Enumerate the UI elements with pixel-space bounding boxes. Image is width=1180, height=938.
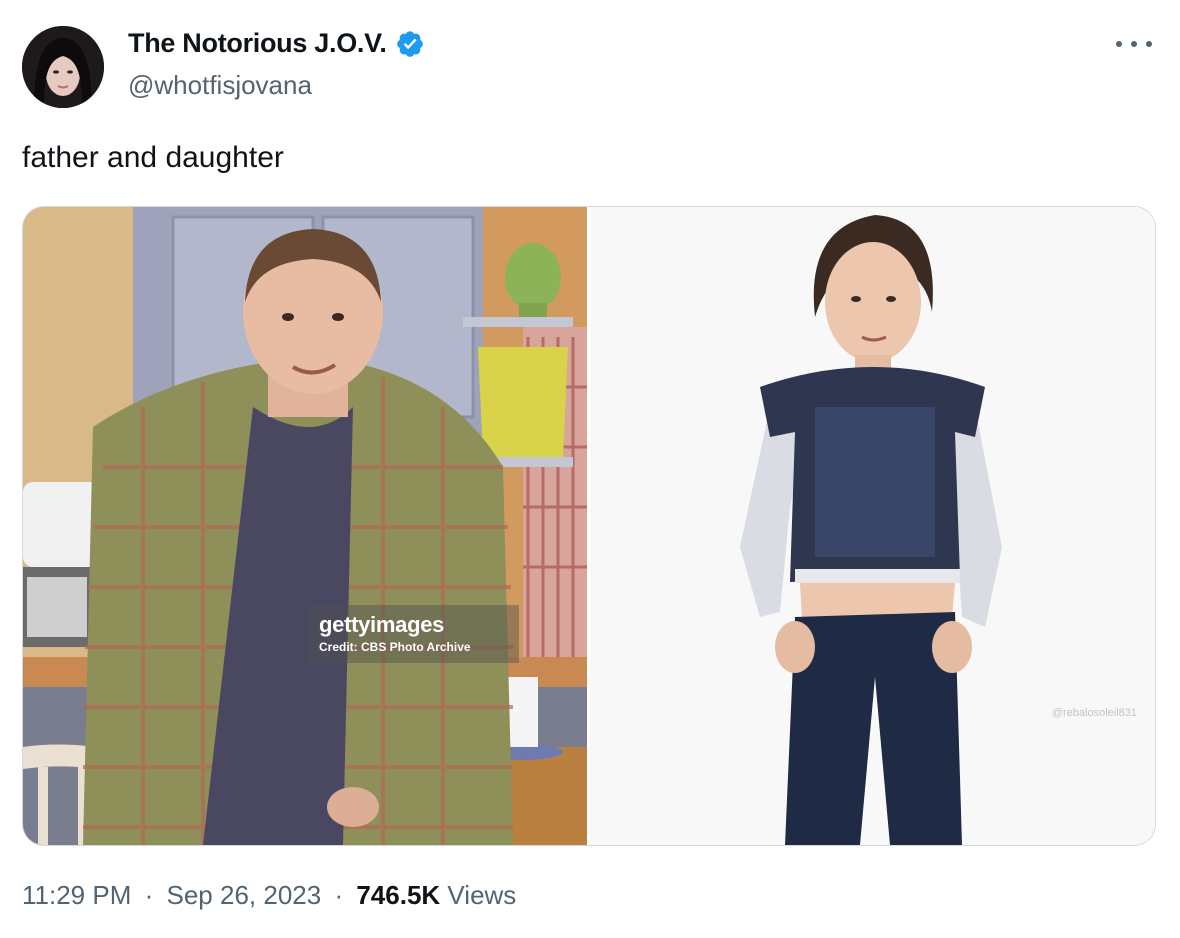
author-name-row[interactable]: The Notorious J.O.V. [128,28,425,59]
verified-badge-icon[interactable] [395,29,425,59]
getty-logo: gettyimages [319,612,445,637]
avatar[interactable] [22,26,104,108]
meta-separator: · [334,880,344,910]
right-watermark: @rebalosoleil831 [1051,707,1137,719]
tweet: The Notorious J.O.V. @whotfisjovana fath… [0,0,1180,938]
kitchen-man-illustration [23,207,587,845]
photo-right[interactable]: @rebalosoleil831 [590,207,1155,845]
media-grid: gettyimages Credit: CBS Photo Archive @r… [22,206,1156,846]
avatar-image [22,26,104,108]
photo-left[interactable]: gettyimages Credit: CBS Photo Archive [23,207,587,845]
getty-credit: Credit: CBS Photo Archive [319,640,471,654]
views-count[interactable]: 746.5K [356,880,440,910]
tweet-meta: 11:29 PM · Sep 26, 2023 · 746.5K Views [22,880,516,911]
dot-icon [1116,41,1122,47]
meta-separator: · [144,880,154,910]
woman-portrait-illustration [590,207,1155,845]
display-name[interactable]: The Notorious J.O.V. [128,28,387,59]
more-options-icon[interactable] [1116,34,1152,54]
views-label: Views [447,880,517,910]
dot-icon [1146,41,1152,47]
dot-icon [1131,41,1137,47]
author-handle[interactable]: @whotfisjovana [128,70,312,101]
tweet-date[interactable]: Sep 26, 2023 [167,880,322,910]
tweet-text: father and daughter [22,141,284,174]
getty-watermark: gettyimages Credit: CBS Photo Archive [309,605,519,663]
tweet-time[interactable]: 11:29 PM [22,880,131,910]
